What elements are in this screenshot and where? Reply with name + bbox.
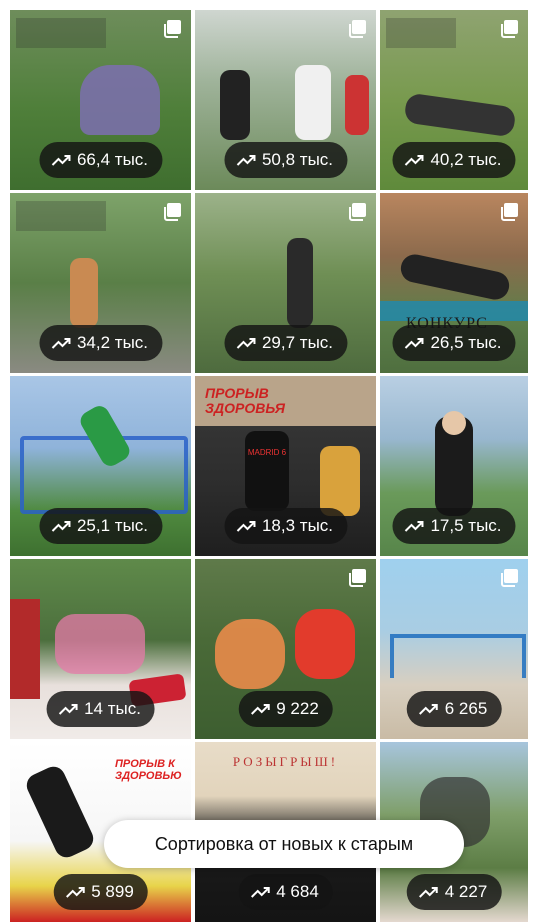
trending-up-icon <box>404 338 424 349</box>
sort-order-label: Сортировка от новых к старым <box>154 833 414 854</box>
post-caption: ПРОРЫВ К ЗДОРОВЬЮ <box>115 758 182 782</box>
trending-up-icon <box>250 887 270 898</box>
multiple-photos-icon <box>499 568 519 588</box>
views-count: 50,8 тыс. <box>261 150 334 169</box>
multiple-photos-icon <box>162 202 182 222</box>
views-count: 5 899 <box>91 882 134 901</box>
views-badge: 4 227 <box>406 874 502 910</box>
views-badge: 26,5 тыс. <box>392 325 516 361</box>
trending-up-icon <box>404 155 424 166</box>
views-count: 26,5 тыс. <box>430 333 502 352</box>
posts-grid: 66,4 тыс. 50,8 тыс. 40,2 тыс. 34,2 тыс. … <box>10 10 528 922</box>
post-tile[interactable]: КОНКУРС 26,5 тыс. <box>380 193 528 373</box>
views-badge: 66,4 тыс. <box>38 142 163 178</box>
post-tile[interactable]: 50,8 тыс. <box>195 10 376 190</box>
post-overlay <box>16 201 106 231</box>
post-tile[interactable]: 17,5 тыс. <box>380 376 528 556</box>
post-overlay <box>386 18 456 48</box>
views-count: 9 222 <box>276 699 319 718</box>
post-tile[interactable]: 66,4 тыс. <box>10 10 191 190</box>
sort-order-toast[interactable]: Сортировка от новых к старым <box>104 820 464 868</box>
trending-up-icon <box>419 704 438 715</box>
views-badge: 50,8 тыс. <box>223 142 348 178</box>
post-tile[interactable]: 40,2 тыс. <box>380 10 528 190</box>
views-badge: 34,2 тыс. <box>38 325 163 361</box>
trending-up-icon <box>51 521 70 532</box>
multiple-photos-icon <box>347 19 367 39</box>
multiple-photos-icon <box>347 202 367 222</box>
post-tile[interactable]: ПРОРЫВ ЗДОРОВЬЯ MADRID 6 18,3 тыс. <box>195 376 376 556</box>
views-badge: 18,3 тыс. <box>223 508 348 544</box>
views-count: 6 265 <box>444 699 488 718</box>
multiple-photos-icon <box>499 19 519 39</box>
views-badge: 9 222 <box>238 691 333 727</box>
post-tile[interactable]: 34,2 тыс. <box>10 193 191 373</box>
trending-up-icon <box>419 887 438 898</box>
views-count: 29,7 тыс. <box>261 333 334 352</box>
multiple-photos-icon <box>347 568 367 588</box>
post-caption: ПРОРЫВ ЗДОРОВЬЯ <box>205 385 285 416</box>
post-tile[interactable]: 25,1 тыс. <box>10 376 191 556</box>
trending-up-icon <box>58 704 78 715</box>
views-count: 4 227 <box>444 882 488 901</box>
views-count: 17,5 тыс. <box>430 516 502 535</box>
trending-up-icon <box>404 521 424 532</box>
post-tile[interactable]: 6 265 <box>380 559 528 739</box>
views-badge: 29,7 тыс. <box>223 325 348 361</box>
views-count: 25,1 тыс. <box>76 516 149 535</box>
views-badge: 17,5 тыс. <box>392 508 516 544</box>
trending-up-icon <box>236 338 255 349</box>
views-count: 14 тыс. <box>84 699 141 718</box>
views-count: 18,3 тыс. <box>261 516 334 535</box>
views-badge: 6 265 <box>406 691 502 727</box>
views-badge: 4 684 <box>238 874 333 910</box>
trending-up-icon <box>236 155 255 166</box>
views-count: 66,4 тыс. <box>76 150 149 169</box>
views-count: 34,2 тыс. <box>76 333 149 352</box>
views-badge: 25,1 тыс. <box>38 508 163 544</box>
views-count: 4 684 <box>276 882 319 901</box>
views-badge: 5 899 <box>53 874 148 910</box>
jersey-text: MADRID 6 <box>247 448 287 457</box>
trending-up-icon <box>51 155 70 166</box>
views-count: 40,2 тыс. <box>430 150 502 169</box>
trending-up-icon <box>51 338 70 349</box>
trending-up-icon <box>250 704 270 715</box>
post-tile[interactable]: 9 222 <box>195 559 376 739</box>
post-caption: РОЗЫГРЫШ! <box>232 754 339 769</box>
post-tile[interactable]: 29,7 тыс. <box>195 193 376 373</box>
multiple-photos-icon <box>162 19 182 39</box>
trending-up-icon <box>65 887 85 898</box>
post-overlay <box>16 18 106 48</box>
views-badge: 40,2 тыс. <box>392 142 516 178</box>
post-tile[interactable]: 14 тыс. <box>10 559 191 739</box>
multiple-photos-icon <box>499 202 519 222</box>
trending-up-icon <box>236 521 255 532</box>
views-badge: 14 тыс. <box>46 691 155 727</box>
